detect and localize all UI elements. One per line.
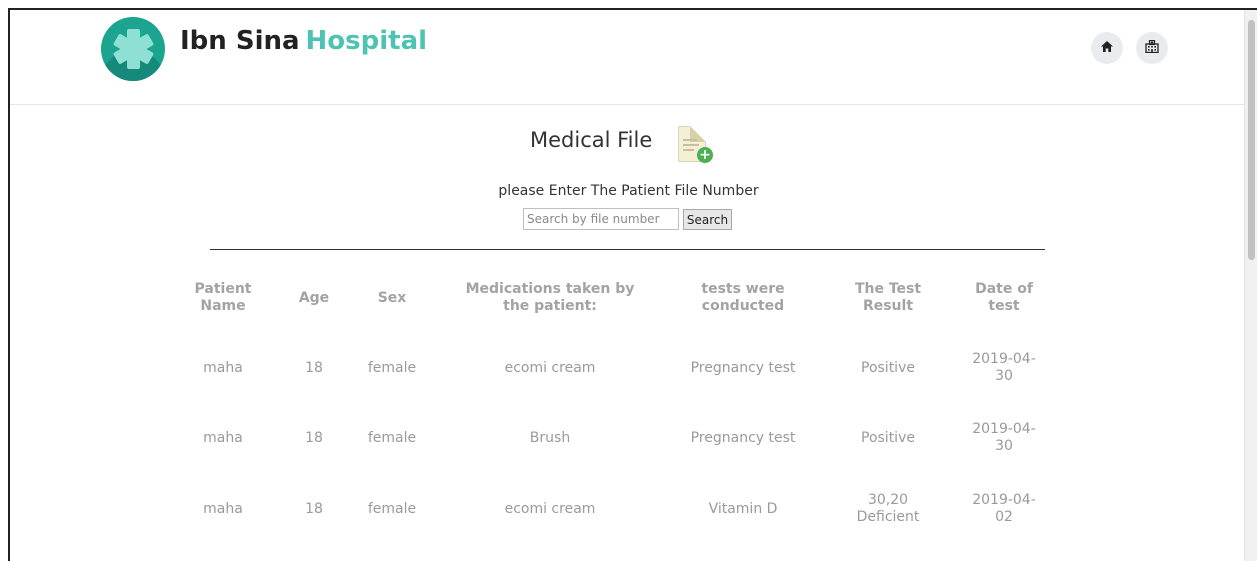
scrollbar-thumb[interactable] xyxy=(1248,20,1255,260)
cell-age: 18 xyxy=(305,430,323,446)
cell-test-result: Positive xyxy=(861,360,915,376)
column-header-age: Age xyxy=(298,290,330,306)
cell-tests: Pregnancy test xyxy=(690,430,796,446)
cell-patient-name: maha xyxy=(203,501,243,517)
home-button[interactable] xyxy=(1091,32,1123,64)
vertical-scrollbar[interactable] xyxy=(1244,10,1257,561)
cell-sex: female xyxy=(367,360,417,376)
cell-date: 2019-04-30 xyxy=(972,351,1036,384)
cell-date: 2019-04-02 xyxy=(972,492,1036,525)
cell-sex: female xyxy=(367,501,417,517)
cell-medications: ecomi cream xyxy=(504,360,596,376)
hospital-button[interactable] xyxy=(1136,32,1168,64)
brand-name-first: Ibn Sina xyxy=(180,26,300,56)
column-header-sex: Sex xyxy=(377,290,407,306)
cell-patient-name: maha xyxy=(203,360,243,376)
cell-age: 18 xyxy=(305,501,323,517)
cell-medications: ecomi cream xyxy=(504,501,596,517)
hospital-icon xyxy=(1145,39,1159,57)
site-header: Ibn Sina Hospital xyxy=(10,10,1244,105)
column-header-patient-name: Patient Name xyxy=(194,281,252,314)
site-brand[interactable]: Ibn Sina Hospital xyxy=(180,26,427,56)
add-file-icon[interactable]: + xyxy=(678,126,713,163)
hospital-logo-icon[interactable] xyxy=(101,17,165,81)
cell-age: 18 xyxy=(305,360,323,376)
column-header-tests: tests were conducted xyxy=(701,281,785,314)
cell-patient-name: maha xyxy=(203,430,243,446)
column-header-medications: Medications taken by the patient: xyxy=(465,281,635,314)
cell-tests: Pregnancy test xyxy=(690,360,796,376)
column-header-test-result: The Test Result xyxy=(854,281,922,314)
search-input[interactable] xyxy=(523,208,679,230)
search-button[interactable]: Search xyxy=(683,209,732,230)
search-prompt: please Enter The Patient File Number xyxy=(498,183,759,199)
window-top-margin xyxy=(0,0,1257,8)
cell-sex: female xyxy=(367,430,417,446)
cell-tests: Vitamin D xyxy=(708,501,778,517)
section-divider xyxy=(210,249,1045,250)
cell-medications: Brush xyxy=(529,430,571,446)
column-header-date: Date of test xyxy=(975,281,1033,314)
page-title: Medical File xyxy=(530,128,653,152)
brand-name-second: Hospital xyxy=(305,26,428,56)
home-icon xyxy=(1101,40,1113,56)
cell-test-result: 30,20 Deficient xyxy=(856,492,920,525)
cell-test-result: Positive xyxy=(861,430,915,446)
cell-date: 2019-04-30 xyxy=(972,421,1036,454)
